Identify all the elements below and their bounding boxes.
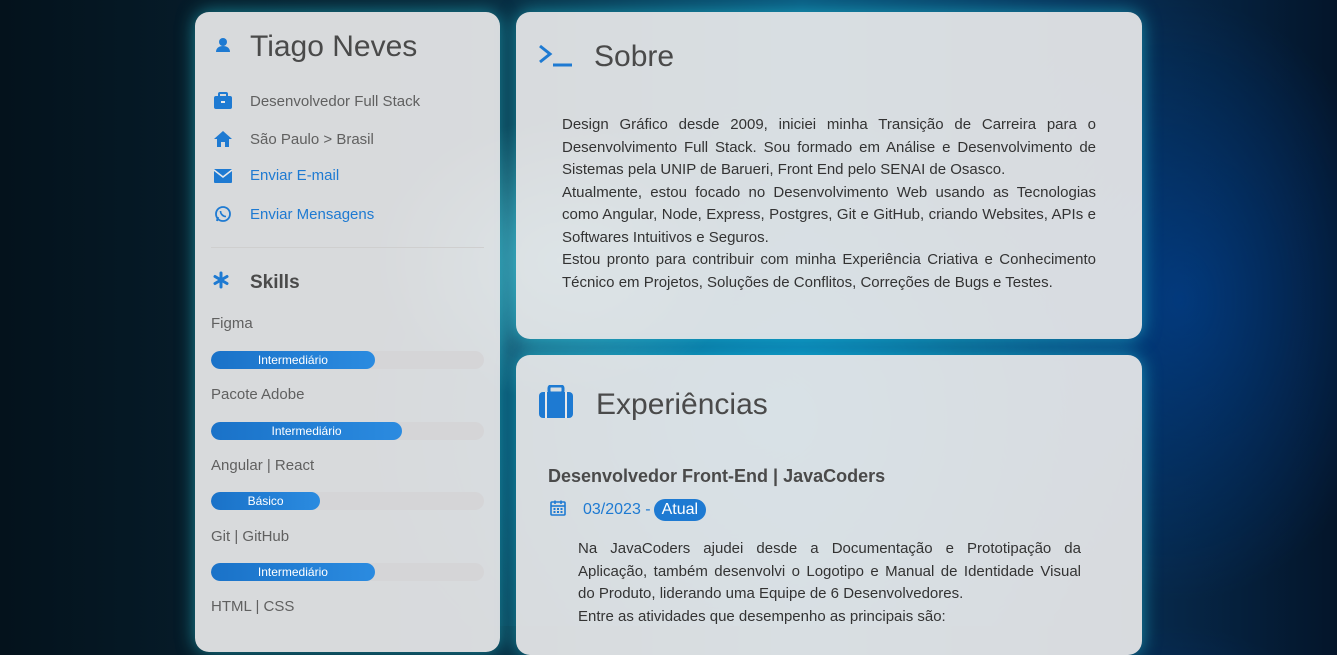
terminal-icon — [538, 42, 572, 73]
skills-header: Skills — [211, 270, 300, 295]
location-row: São Paulo > Brasil — [211, 130, 374, 148]
experience-card: Experiências Desenvolvedor Front-End | J… — [516, 355, 1142, 655]
profile-header: Tiago Neves — [211, 30, 417, 64]
about-paragraph: Atualmente, estou focado no Desenvolvime… — [562, 183, 1096, 246]
skill-name: Figma — [211, 315, 253, 332]
skill-bar: Intermediário — [211, 351, 484, 369]
job-date-row: 03/2023 - Atual — [550, 499, 707, 521]
briefcase-icon — [211, 92, 235, 110]
experience-title: Experiências — [596, 387, 768, 421]
experience-paragraph: Na JavaCoders ajudei desde a Documentaçã… — [578, 540, 1081, 602]
email-link[interactable]: Enviar E-mail — [250, 167, 339, 184]
experience-paragraph: Entre as atividades que desempenho as pr… — [578, 607, 946, 625]
experience-header: Experiências — [538, 384, 768, 424]
skill-level: Básico — [211, 492, 321, 510]
skill-level: Intermediário — [211, 422, 403, 440]
envelope-icon — [211, 168, 235, 184]
skill-level: Intermediário — [211, 351, 375, 369]
email-row[interactable]: Enviar E-mail — [211, 167, 339, 184]
about-title: Sobre — [594, 40, 675, 73]
about-text: Design Gráfico desde 2009, iniciei minha… — [562, 114, 1096, 294]
skill-name: HTML | CSS — [211, 598, 295, 615]
job-title: Desenvolvedor Front-End | JavaCoders — [548, 466, 886, 486]
user-icon — [211, 33, 235, 62]
calendar-icon — [550, 500, 566, 521]
message-link[interactable]: Enviar Mensagens — [250, 206, 374, 223]
skill-bar: Intermediário — [211, 422, 484, 440]
location-text: São Paulo > Brasil — [250, 130, 374, 148]
skill-level: Intermediário — [211, 563, 375, 581]
asterisk-icon — [211, 270, 235, 295]
job-date: 03/2023 - — [583, 501, 651, 518]
divider — [211, 247, 484, 248]
home-icon — [211, 130, 235, 148]
profile-name: Tiago Neves — [250, 30, 418, 63]
skill-name: Angular | React — [211, 457, 315, 474]
about-paragraph: Estou pronto para contribuir com minha E… — [562, 251, 1096, 291]
skills-title: Skills — [250, 271, 300, 293]
role-text: Desenvolvedor Full Stack — [250, 92, 421, 110]
profile-card: Tiago Neves Desenvolvedor Full Stack São… — [195, 12, 500, 652]
message-row[interactable]: Enviar Mensagens — [211, 205, 374, 223]
about-card: Sobre Design Gráfico desde 2009, iniciei… — [516, 12, 1142, 339]
status-badge: Atual — [653, 499, 707, 521]
whatsapp-icon — [211, 205, 235, 223]
skill-bar: Intermediário — [211, 563, 484, 581]
skill-name: Pacote Adobe — [211, 386, 305, 403]
about-header: Sobre — [538, 40, 674, 74]
role-row: Desenvolvedor Full Stack — [211, 92, 420, 110]
experience-text: Na JavaCoders ajudei desde a Documentaçã… — [578, 538, 1081, 628]
skill-name: Git | GitHub — [211, 528, 290, 545]
about-paragraph: Design Gráfico desde 2009, iniciei minha… — [562, 116, 1096, 178]
skill-bar: Básico — [211, 492, 484, 510]
briefcase-icon — [538, 384, 574, 424]
